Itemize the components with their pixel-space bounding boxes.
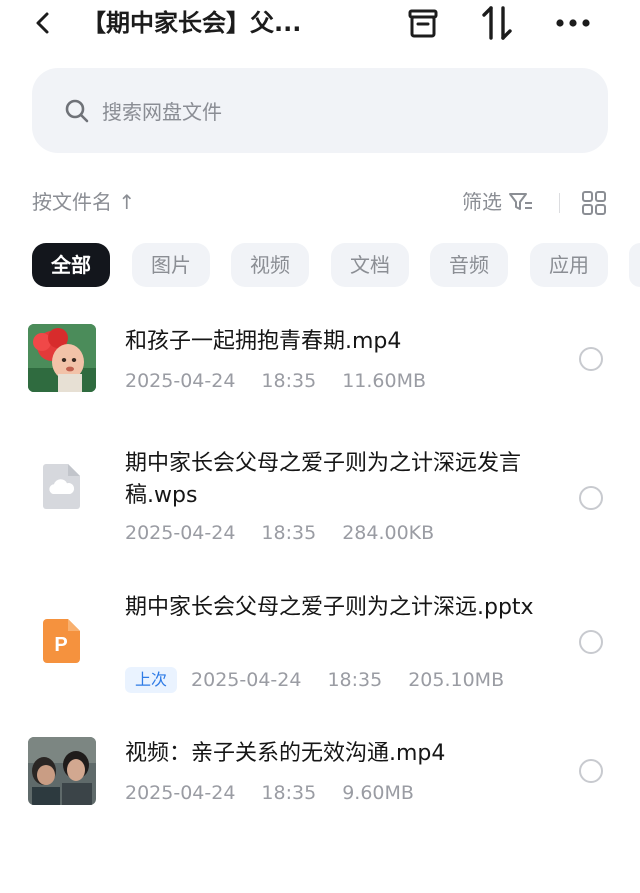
archive-button[interactable] — [403, 4, 443, 42]
sort-button[interactable] — [477, 4, 517, 42]
file-row[interactable]: P 期中家长会父母之爱子则为之计深远.pptx 上次 2025-04-24 18… — [0, 592, 640, 702]
file-size: 11.60MB — [342, 370, 427, 392]
file-row[interactable]: 期中家长会父母之爱子则为之计深远发言稿.wps 2025-04-24 18:35… — [0, 448, 640, 558]
file-date: 2025-04-24 — [125, 782, 236, 804]
chip-images[interactable]: 图片 — [132, 243, 210, 287]
chip-apps[interactable]: 应用 — [530, 243, 608, 287]
chevron-left-icon — [36, 12, 49, 34]
file-size: 9.60MB — [342, 782, 414, 804]
grid-view-button[interactable] — [580, 189, 608, 217]
chip-all[interactable]: 全部 — [32, 243, 110, 287]
cloud-file-icon — [40, 462, 84, 510]
back-button[interactable] — [26, 6, 60, 40]
file-date: 2025-04-24 — [125, 370, 236, 392]
top-bar: 【期中家长会】父... — [0, 0, 640, 50]
search-bar[interactable]: 搜索网盘文件 — [32, 68, 608, 153]
filter-label: 筛选 — [462, 190, 502, 214]
file-name: 和孩子一起拥抱青春期.mp4 — [125, 329, 402, 354]
search-placeholder: 搜索网盘文件 — [102, 100, 222, 124]
file-row[interactable]: 和孩子一起拥抱青春期.mp4 2025-04-24 18:35 11.60MB — [0, 318, 640, 418]
filter-icon — [509, 193, 532, 210]
chip-more[interactable] — [629, 243, 640, 287]
video-thumbnail-image — [28, 324, 96, 392]
file-name: 期中家长会父母之爱子则为之计深远发言稿.wps — [125, 451, 522, 508]
file-date: 2025-04-24 — [125, 522, 236, 544]
select-radio[interactable] — [579, 630, 603, 654]
file-size: 284.00KB — [342, 522, 435, 544]
more-dots-icon — [556, 19, 590, 27]
file-size: 205.10MB — [408, 669, 505, 691]
select-radio[interactable] — [579, 347, 603, 371]
video-thumbnail-image — [28, 737, 96, 805]
page-title: 【期中家长会】父... — [82, 9, 302, 37]
last-opened-badge: 上次 — [125, 667, 178, 693]
sort-by-name[interactable]: 按文件名 ↑ — [32, 185, 135, 219]
chip-documents[interactable]: 文档 — [331, 243, 409, 287]
grid-icon — [582, 191, 606, 215]
file-meta: 上次 2025-04-24 18:35 205.10MB — [125, 666, 504, 694]
ppt-file-icon: P — [42, 618, 82, 664]
more-button[interactable] — [553, 4, 593, 42]
file-time: 18:35 — [261, 522, 317, 544]
file-meta: 2025-04-24 18:35 284.00KB — [125, 520, 434, 546]
file-name: 期中家长会父母之爱子则为之计深远.pptx — [125, 595, 534, 620]
file-meta: 2025-04-24 18:35 11.60MB — [125, 368, 426, 394]
file-time: 18:35 — [261, 370, 317, 392]
sort-filter-bar: 按文件名 ↑ 筛选 — [0, 185, 640, 219]
chip-videos[interactable]: 视频 — [231, 243, 309, 287]
file-date: 2025-04-24 — [191, 669, 302, 691]
video-thumbnail — [28, 324, 96, 392]
category-chips: 全部 图片 视频 文档 音频 应用 — [0, 243, 640, 287]
svg-text:P: P — [54, 634, 67, 656]
video-thumbnail — [28, 737, 96, 805]
sort-arrows-icon — [482, 6, 512, 40]
search-icon — [65, 99, 89, 122]
file-row[interactable]: 视频：亲子关系的无效沟通.mp4 2025-04-24 18:35 9.60MB — [0, 734, 640, 834]
archive-icon — [408, 9, 438, 38]
filter-button[interactable]: 筛选 — [462, 185, 534, 219]
chip-audio[interactable]: 音频 — [430, 243, 508, 287]
file-time: 18:35 — [327, 669, 383, 691]
select-radio[interactable] — [579, 486, 603, 510]
divider — [559, 193, 560, 213]
select-radio[interactable] — [579, 759, 603, 783]
file-name: 视频：亲子关系的无效沟通.mp4 — [125, 741, 446, 766]
file-meta: 2025-04-24 18:35 9.60MB — [125, 780, 414, 806]
file-time: 18:35 — [261, 782, 317, 804]
